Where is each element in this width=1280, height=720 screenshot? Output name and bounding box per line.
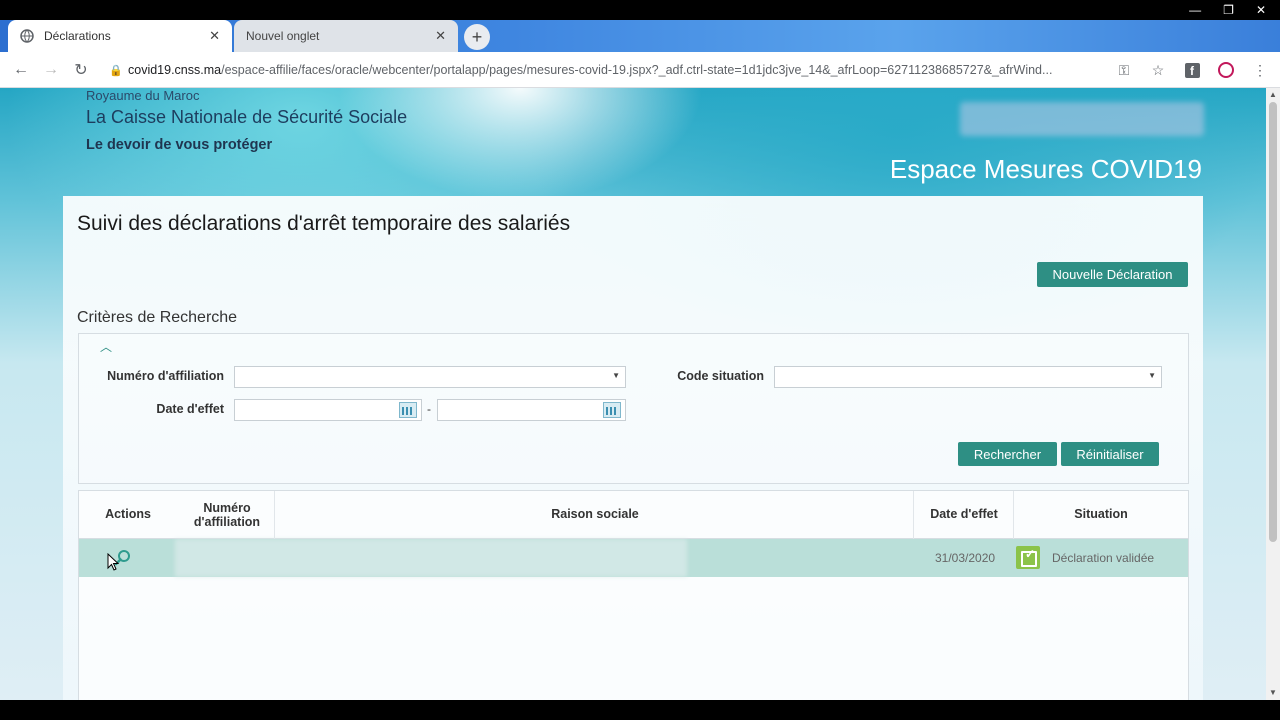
chevron-up-icon[interactable]: ︿	[100, 338, 112, 355]
tab-label: Déclarations	[44, 29, 111, 43]
column-separator	[1013, 491, 1014, 539]
kingdom-label: Royaume du Maroc	[86, 88, 200, 103]
url-host: covid19.cnss.ma	[128, 63, 222, 77]
affiliation-label: Numéro d'affiliation	[107, 369, 224, 383]
dropdown-arrow-icon: ▼	[1148, 371, 1156, 380]
browser-tab-strip: Déclarations ✕ Nouvel onglet ✕ +	[0, 20, 1280, 52]
top-black-band	[0, 0, 1280, 20]
search-criteria-box: ︿ Numéro d'affiliation ▼ Code situation …	[78, 333, 1189, 484]
calendar-icon[interactable]	[399, 402, 417, 418]
col-situation[interactable]: Situation	[1039, 507, 1163, 521]
date-from-input[interactable]	[234, 399, 422, 421]
validated-status-icon	[1016, 546, 1040, 569]
lock-icon: 🔒	[109, 64, 123, 77]
forward-icon[interactable]: →	[36, 61, 66, 79]
minimize-icon[interactable]: —	[1189, 3, 1201, 17]
col-actions[interactable]: Actions	[89, 507, 167, 521]
column-separator	[274, 491, 275, 539]
table-row[interactable]: 31/03/2020 Déclaration validée	[79, 539, 1188, 577]
tab-new[interactable]: Nouvel onglet ✕	[234, 20, 458, 52]
column-separator	[913, 491, 914, 539]
cell-situation: Déclaration validée	[1052, 551, 1155, 565]
col-date-effet[interactable]: Date d'effet	[919, 507, 1009, 521]
reload-icon[interactable]: ↻	[66, 60, 96, 80]
declarations-table: Actions Numéro d'affiliation Raison soci…	[78, 490, 1189, 700]
tab-declarations[interactable]: Déclarations ✕	[8, 20, 232, 52]
search-button[interactable]: Rechercher	[958, 442, 1057, 466]
scroll-up-icon[interactable]: ▲	[1266, 88, 1280, 102]
new-declaration-button[interactable]: Nouvelle Déclaration	[1037, 262, 1188, 287]
date-effet-label: Date d'effet	[156, 402, 224, 416]
cell-date-effet: 31/03/2020	[935, 551, 996, 565]
blurred-user-info	[960, 102, 1204, 136]
code-situation-label: Code situation	[677, 369, 764, 383]
space-title: Espace Mesures COVID19	[889, 154, 1202, 184]
close-tab-icon[interactable]: ✕	[435, 28, 446, 44]
menu-icon[interactable]: ⋮	[1250, 60, 1270, 80]
close-window-icon[interactable]: ✕	[1256, 3, 1266, 17]
extension-icon[interactable]	[1216, 60, 1236, 80]
main-panel: Suivi des déclarations d'arrêt temporair…	[63, 196, 1203, 700]
close-tab-icon[interactable]: ✕	[209, 28, 220, 44]
criteria-label: Critères de Recherche	[77, 309, 238, 326]
col-raison-sociale[interactable]: Raison sociale	[475, 507, 715, 521]
page-title: Suivi des déclarations d'arrêt temporair…	[77, 212, 571, 235]
back-icon[interactable]: ←	[6, 61, 36, 79]
key-icon[interactable]: ⚿	[1114, 60, 1134, 80]
globe-icon	[20, 29, 34, 43]
affiliation-select[interactable]: ▼	[234, 366, 626, 388]
facebook-icon[interactable]: f	[1182, 60, 1202, 80]
star-icon[interactable]: ☆	[1148, 60, 1168, 80]
scrollbar-thumb[interactable]	[1269, 102, 1277, 542]
address-bar[interactable]: 🔒 covid19.cnss.ma/espace-affilie/faces/o…	[104, 56, 1168, 84]
window-controls: — ❐ ✕	[1189, 0, 1266, 20]
org-name: La Caisse Nationale de Sécurité Sociale	[86, 107, 408, 127]
dropdown-arrow-icon: ▼	[612, 371, 620, 380]
page-viewport: Royaume du Maroc La Caisse Nationale de …	[0, 88, 1266, 700]
url-text: covid19.cnss.ma/espace-affilie/faces/ora…	[128, 63, 1168, 77]
tab-label: Nouvel onglet	[246, 29, 320, 43]
date-to-input[interactable]	[437, 399, 626, 421]
url-path: /espace-affilie/faces/oracle/webcenter/p…	[221, 63, 1053, 77]
mouse-cursor-icon	[107, 553, 120, 571]
bottom-black-band	[0, 700, 1280, 720]
calendar-icon[interactable]	[603, 402, 621, 418]
col-affiliation[interactable]: Numéro d'affiliation	[187, 501, 267, 529]
page-scrollbar[interactable]: ▲ ▼	[1266, 88, 1280, 700]
new-tab-button[interactable]: +	[464, 24, 490, 50]
scroll-down-icon[interactable]: ▼	[1266, 686, 1280, 700]
maximize-icon[interactable]: ❐	[1223, 3, 1234, 17]
org-motto: Le devoir de vous protéger	[86, 137, 273, 153]
blurred-company-data	[175, 539, 687, 577]
date-separator: -	[427, 402, 431, 416]
reset-button[interactable]: Réinitialiser	[1061, 442, 1159, 466]
code-situation-select[interactable]: ▼	[774, 366, 1162, 388]
browser-toolbar: ← → ↻ 🔒 covid19.cnss.ma/espace-affilie/f…	[0, 52, 1280, 88]
table-header: Actions Numéro d'affiliation Raison soci…	[79, 491, 1188, 539]
